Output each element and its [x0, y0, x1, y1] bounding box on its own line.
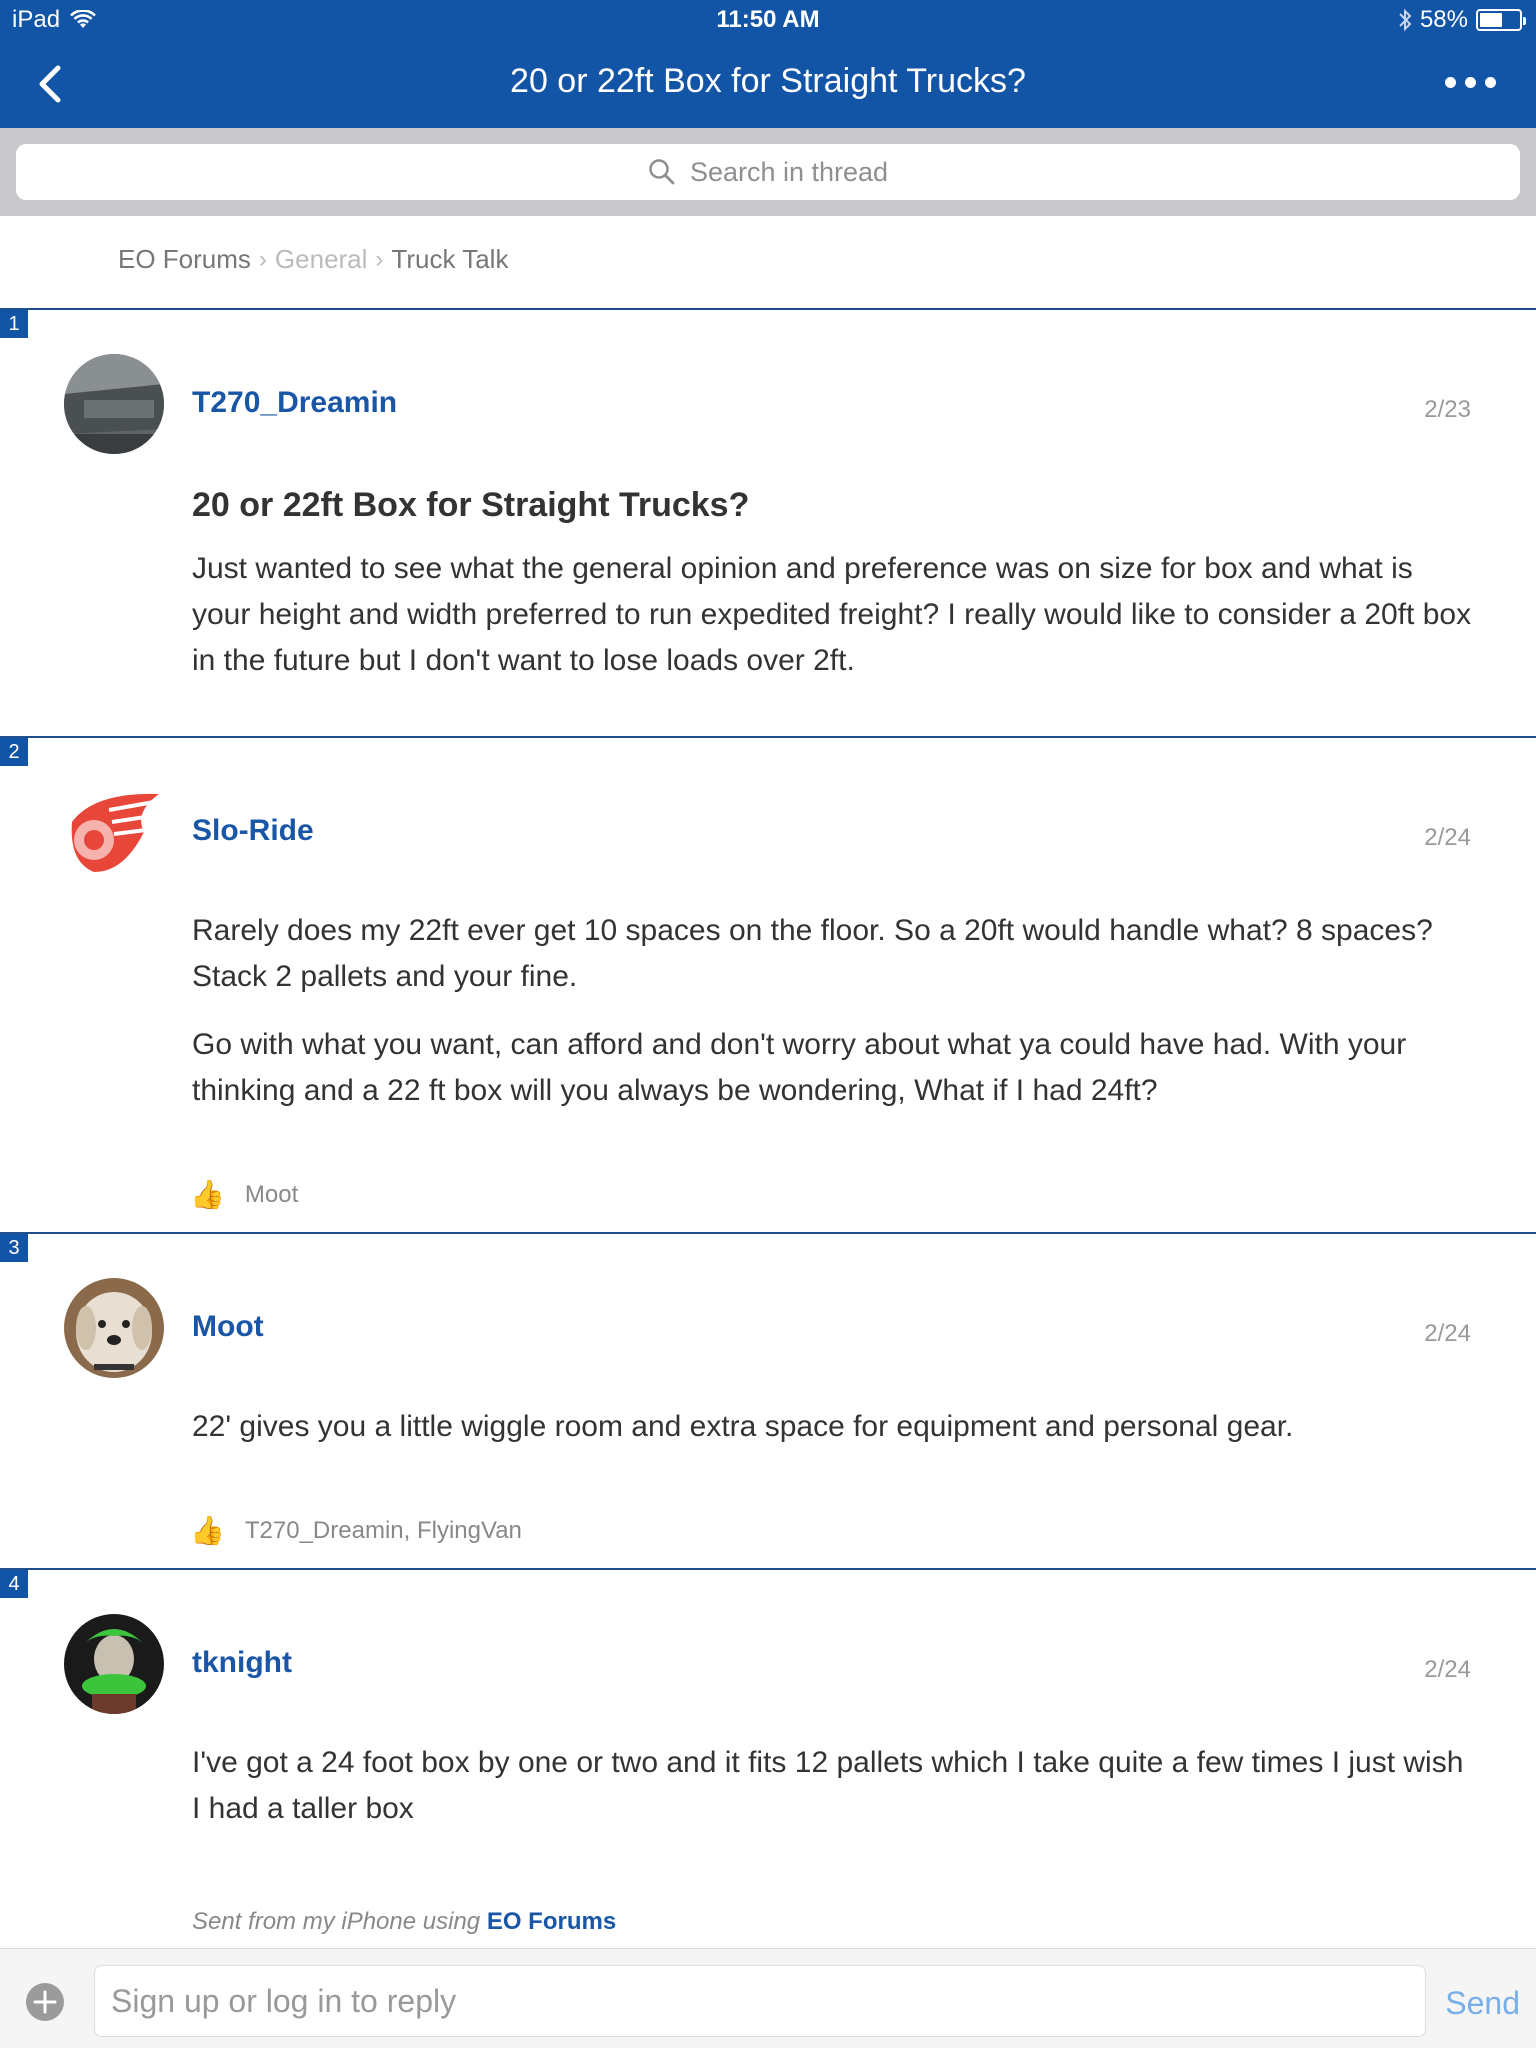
status-time: 11:50 AM	[716, 6, 820, 33]
post-body: Rarely does my 22ft ever get 10 spaces o…	[192, 908, 1472, 1114]
back-button[interactable]	[30, 60, 74, 108]
breadcrumb: EO Forums › General › Truck Talk	[118, 244, 508, 275]
post-date: 2/24	[1424, 1656, 1471, 1683]
reply-input[interactable]: Sign up or log in to reply	[94, 1965, 1426, 2037]
battery-percent: 58%	[1419, 6, 1468, 33]
avatar-image	[64, 354, 164, 454]
breadcrumb-item-eo-forums[interactable]: EO Forums	[118, 244, 251, 275]
username[interactable]: Slo-Ride	[192, 814, 314, 848]
top-bar: iPad 11:50 AM 58% 20 or 22ft Box for Str…	[0, 0, 1536, 128]
page-title: 20 or 22ft Box for Straight Trucks?	[510, 62, 1026, 100]
post-paragraph: Go with what you want, can afford and do…	[192, 1028, 1407, 1107]
post-number: 2	[0, 738, 28, 766]
signature-app-link[interactable]: EO Forums	[487, 1908, 616, 1935]
avatar-image	[64, 1278, 164, 1378]
post-body: 22' gives you a little wiggle room and e…	[192, 1404, 1472, 1450]
post-body: I've got a 24 foot box by one or two and…	[192, 1740, 1472, 1832]
thumbs-up-icon: 👍	[190, 1179, 225, 1210]
post-date: 2/24	[1424, 824, 1471, 851]
likes-names: T270_Dreamin, FlyingVan	[244, 1516, 522, 1544]
status-bar: iPad 11:50 AM 58%	[0, 0, 1536, 40]
avatar-image	[64, 782, 164, 882]
avatar[interactable]	[64, 354, 164, 454]
ellipsis-icon	[1444, 76, 1456, 88]
likes-names: Moot	[244, 1180, 299, 1208]
chevron-right-icon: ›	[375, 245, 384, 273]
avatar[interactable]	[64, 1278, 164, 1378]
post-date: 2/24	[1424, 1320, 1471, 1347]
post-number: 3	[0, 1234, 28, 1262]
more-button[interactable]	[1440, 70, 1500, 94]
send-button[interactable]: Send	[1445, 1985, 1520, 2022]
post: 2 Slo-Ride 2/24 Rarely does my 22ft ever…	[0, 736, 1536, 1232]
post-body: Just wanted to see what the general opin…	[192, 546, 1472, 684]
post: 1 T270_Dreamin 2/23 20 or 22ft Box for S…	[0, 308, 1536, 736]
avatar[interactable]	[64, 1614, 164, 1714]
username[interactable]: tknight	[192, 1646, 292, 1680]
post-paragraph: Just wanted to see what the general opin…	[192, 552, 1472, 677]
post-number: 1	[0, 310, 28, 338]
post-number: 4	[0, 1570, 28, 1598]
post: 4 tknight 2/24 I've got a 24 foot box by…	[0, 1568, 1536, 1948]
search-bar-container: Search in thread	[0, 128, 1536, 216]
post-title: 20 or 22ft Box for Straight Trucks?	[192, 486, 750, 524]
search-icon	[649, 159, 675, 185]
username[interactable]: T270_Dreamin	[192, 386, 397, 420]
search-placeholder: Search in thread	[689, 156, 889, 187]
add-attachment-button[interactable]	[26, 1983, 64, 2021]
post-paragraph: I've got a 24 foot box by one or two and…	[192, 1746, 1464, 1825]
chevron-left-icon	[39, 65, 61, 103]
post-paragraph: Rarely does my 22ft ever get 10 spaces o…	[192, 914, 1433, 993]
likes-row[interactable]: 👍 Moot	[190, 1178, 298, 1211]
likes-row[interactable]: 👍 T270_Dreamin, FlyingVan	[190, 1514, 522, 1547]
post-signature: Sent from my iPhone using EO Forums	[192, 1908, 616, 1936]
avatar[interactable]	[64, 782, 164, 882]
chevron-right-icon: ›	[258, 245, 267, 273]
avatar-image	[64, 1614, 164, 1714]
reply-bar: Sign up or log in to reply Send	[0, 1948, 1536, 2048]
breadcrumb-item-truck-talk[interactable]: Truck Talk	[391, 244, 508, 275]
post-date: 2/23	[1424, 396, 1471, 423]
plus-icon	[33, 1990, 57, 2014]
breadcrumb-item-general[interactable]: General	[275, 244, 368, 275]
bluetooth-icon	[1399, 8, 1412, 32]
post: 3 Moot 2/24 22' gives you a little wiggl…	[0, 1232, 1536, 1568]
post-paragraph: 22' gives you a little wiggle room and e…	[192, 1410, 1294, 1443]
battery-icon	[1476, 9, 1526, 31]
username[interactable]: Moot	[192, 1310, 264, 1344]
signature-prefix: Sent from my iPhone using	[192, 1908, 481, 1935]
search-input[interactable]: Search in thread	[16, 144, 1520, 200]
thumbs-up-icon: 👍	[190, 1515, 225, 1546]
